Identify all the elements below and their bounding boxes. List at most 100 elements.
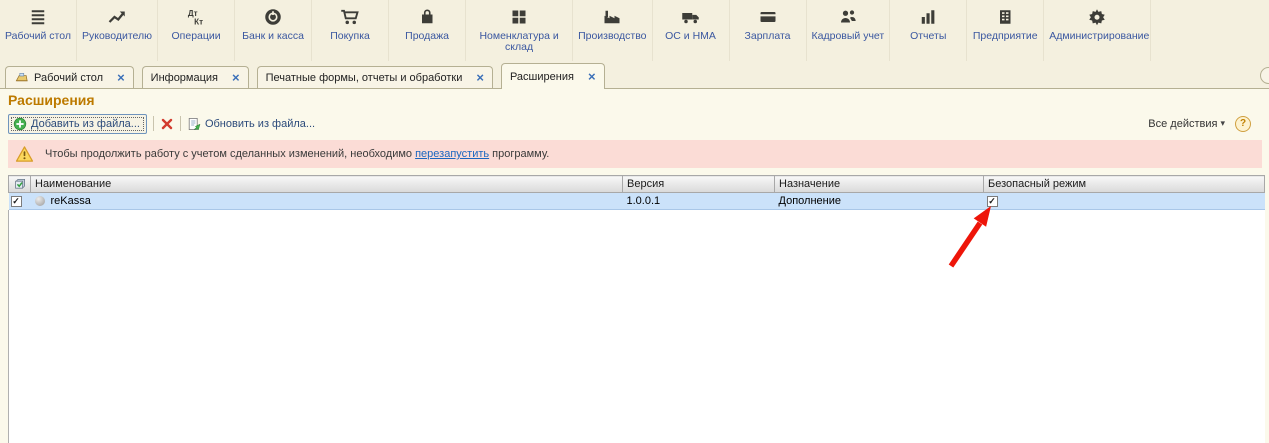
- row-enabled-checkbox[interactable]: ✓: [10, 195, 22, 207]
- card-icon: [758, 7, 778, 27]
- ribbon-item-label: Покупка: [330, 30, 370, 42]
- menu-icon: [28, 7, 48, 27]
- grid-icon: [509, 7, 529, 27]
- table-header-row: Наименование Версия Назначение Безопасны…: [8, 175, 1265, 193]
- ribbon-item-label: Отчеты: [910, 30, 947, 42]
- row-purpose-cell: Дополнение: [774, 192, 984, 210]
- barchart-icon: [918, 7, 938, 27]
- svg-text:Дт: Дт: [188, 9, 198, 18]
- close-icon[interactable]: ×: [588, 70, 596, 83]
- ribbon-item-label: Администрирование: [1049, 30, 1150, 42]
- close-icon[interactable]: ×: [232, 71, 240, 84]
- ribbon-item-reports[interactable]: Отчеты: [890, 0, 968, 61]
- add-from-file-button[interactable]: Добавить из файла...: [8, 113, 147, 134]
- warning-icon: [15, 145, 34, 163]
- bag-icon: [417, 7, 437, 27]
- column-header-name[interactable]: Наименование: [30, 175, 623, 193]
- extension-sphere-icon: [34, 196, 45, 206]
- ribbon-item-purchase[interactable]: Покупка: [312, 0, 390, 61]
- safe-mode-checkbox[interactable]: ✓: [986, 195, 998, 207]
- select-all-icon: [13, 177, 27, 191]
- warning-text-before: Чтобы продолжить работу с учетом сделанн…: [45, 148, 416, 160]
- ribbon-item-nomenclature[interactable]: Номенклатура и склад: [466, 0, 574, 61]
- toolbar-separator: [179, 116, 181, 131]
- update-from-file-label: Обновить из файла...: [204, 117, 316, 130]
- column-header-safe-mode[interactable]: Безопасный режим: [983, 175, 1265, 193]
- row-enabled-cell: ✓: [8, 192, 31, 210]
- tab-printed-forms[interactable]: Печатные формы, отчеты и обработки ×: [256, 66, 493, 88]
- ribbon-item-administration[interactable]: Администрирование: [1044, 0, 1152, 61]
- ribbon-item-label: Операции: [171, 30, 221, 42]
- tab-label: Печатные формы, отчеты и обработки: [265, 71, 463, 84]
- extension-version: 1.0.0.1: [626, 195, 661, 207]
- update-file-icon: [187, 117, 201, 131]
- table-empty-area: [8, 210, 1265, 443]
- add-from-file-label: Добавить из файла...: [31, 117, 140, 130]
- toolbar-separator: [152, 116, 154, 131]
- delete-x-icon: [160, 117, 174, 131]
- column-header-purpose[interactable]: Назначение: [774, 175, 984, 193]
- ribbon-item-fixed-assets[interactable]: ОС и НМА: [653, 0, 730, 61]
- ribbon-item-salary[interactable]: Зарплата: [730, 0, 807, 61]
- ribbon-item-label: Производство: [578, 30, 647, 42]
- row-version-cell: 1.0.0.1: [622, 192, 775, 210]
- debit-credit-icon: Дт Кт: [186, 7, 206, 27]
- ribbon-item-label: Предприятие: [972, 30, 1038, 42]
- extension-purpose: Дополнение: [778, 195, 841, 207]
- svg-text:Кт: Кт: [194, 18, 203, 27]
- ribbon-item-label: Рабочий стол: [5, 30, 71, 42]
- update-from-file-button[interactable]: Обновить из файла...: [187, 117, 315, 131]
- chevron-down-icon: ▾: [1220, 118, 1225, 128]
- help-button[interactable]: ?: [1235, 115, 1251, 132]
- ribbon-item-manager[interactable]: Руководителю: [77, 0, 159, 61]
- ribbon-item-desktop[interactable]: Рабочий стол: [0, 0, 77, 61]
- ribbon-item-bank-cash[interactable]: Банк и касса: [235, 0, 313, 61]
- table-row-rekassa[interactable]: ✓ reKassa 1.0.0.1 Дополнение ✓: [8, 192, 1265, 210]
- ribbon-item-label: ОС и НМА: [665, 30, 716, 42]
- ribbon-item-label: Банк и касса: [242, 30, 304, 42]
- warning-text-after: программу.: [489, 148, 550, 160]
- ribbon-item-enterprise[interactable]: Предприятие: [967, 0, 1045, 61]
- select-column-header[interactable]: [8, 175, 31, 193]
- warning-text: Чтобы продолжить работу с учетом сделанн…: [45, 148, 549, 160]
- ribbon-item-production[interactable]: Производство: [573, 0, 653, 61]
- all-actions-label: Все действия: [1148, 117, 1218, 130]
- tab-overflow-button[interactable]: [1260, 67, 1269, 84]
- all-actions-button[interactable]: Все действия ▾: [1148, 118, 1225, 130]
- trend-icon: [107, 7, 127, 27]
- close-icon[interactable]: ×: [117, 71, 125, 84]
- ribbon-item-label: Продажа: [405, 30, 449, 42]
- extension-name: reKassa: [50, 195, 91, 207]
- ribbon-item-hr[interactable]: Кадровый учет: [807, 0, 891, 61]
- ribbon-item-operations[interactable]: Дт Кт Операции: [158, 0, 236, 61]
- toolbar: Добавить из файла... Обновить из файла..…: [8, 112, 1261, 135]
- extensions-page: Расширения Добавить из файла... Обновить…: [0, 89, 1269, 443]
- tab-desktop[interactable]: Рабочий стол ×: [5, 66, 134, 88]
- cart-icon: [340, 7, 360, 27]
- close-icon[interactable]: ×: [476, 71, 484, 84]
- delete-button[interactable]: [160, 117, 174, 131]
- ribbon-item-label: Кадровый учет: [811, 30, 885, 42]
- tab-label: Информация: [150, 71, 219, 84]
- tab-label: Расширения: [509, 70, 574, 83]
- coin-icon: [263, 7, 283, 27]
- add-icon: [13, 117, 27, 131]
- column-header-version[interactable]: Версия: [622, 175, 775, 193]
- ribbon-item-sales[interactable]: Продажа: [389, 0, 467, 61]
- toolbar-right: Все действия ▾ ?: [1148, 115, 1261, 132]
- desktop-icon: [14, 70, 29, 85]
- restart-link[interactable]: перезапустить: [415, 148, 489, 160]
- ribbon-item-label: Зарплата: [744, 30, 791, 42]
- tab-extensions[interactable]: Расширения ×: [500, 63, 605, 89]
- extensions-table: Наименование Версия Назначение Безопасны…: [8, 175, 1265, 443]
- gear-icon: [1087, 7, 1107, 27]
- factory-icon: [602, 7, 622, 27]
- restart-warning-banner: Чтобы продолжить работу с учетом сделанн…: [8, 140, 1262, 168]
- ribbon-item-label: Руководителю: [82, 30, 153, 42]
- building-icon: [995, 7, 1015, 27]
- row-safe-mode-cell: ✓: [983, 192, 1265, 210]
- page-title: Расширения: [8, 92, 95, 108]
- tab-information[interactable]: Информация ×: [141, 66, 249, 88]
- row-name-cell: reKassa: [30, 192, 623, 210]
- ribbon-item-label: Номенклатура и склад: [479, 30, 559, 53]
